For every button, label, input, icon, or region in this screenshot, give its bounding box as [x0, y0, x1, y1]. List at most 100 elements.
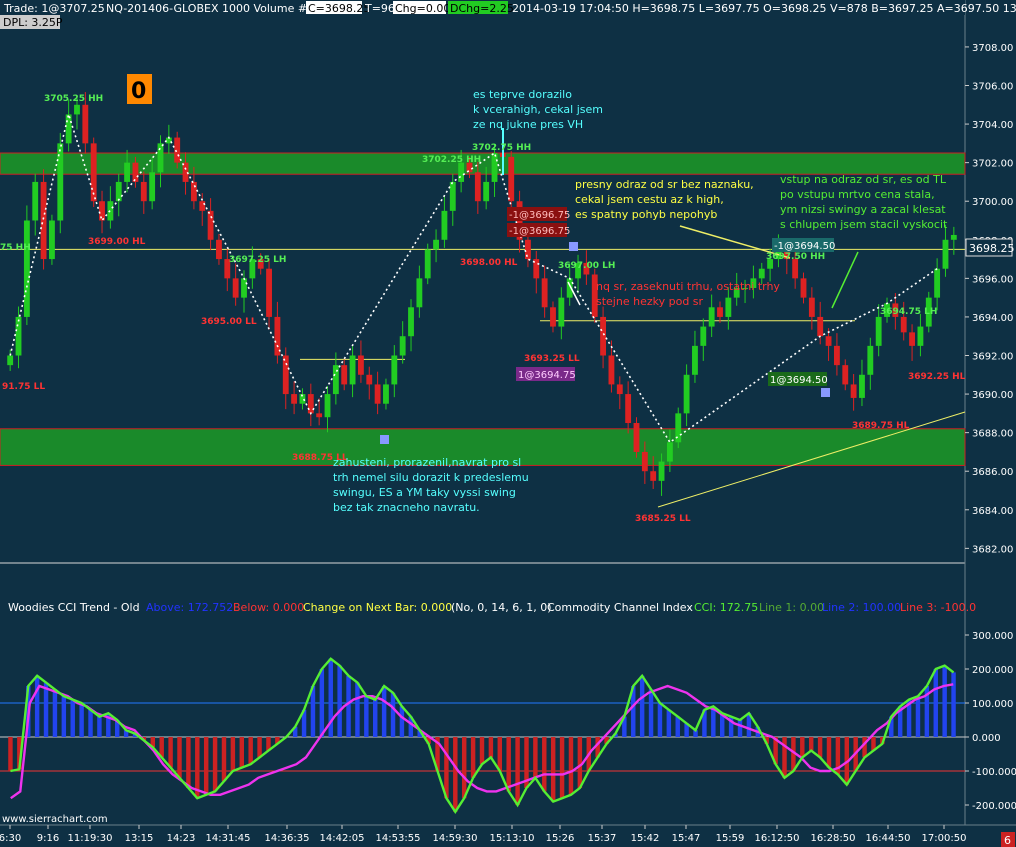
swing-label: 3702.25 HH — [422, 155, 481, 165]
candle-body — [49, 220, 55, 260]
candle-body — [316, 413, 323, 418]
cci-tick-label: -100.000 — [972, 767, 1016, 778]
candle-body — [850, 384, 857, 398]
candle-body — [107, 201, 114, 221]
candle-body — [950, 234, 957, 240]
swing-label: 3705.25 HH — [44, 94, 103, 104]
order-tag: -1@3696.75 — [509, 210, 570, 221]
candle-body — [82, 104, 89, 144]
candle-body — [641, 451, 648, 472]
cci-legend-title: Woodies CCI Trend - Old — [8, 601, 140, 614]
candle-body — [717, 307, 723, 317]
symbol-label: NQ-201406-GLOBEX 1000 Volume #3 — [106, 2, 314, 15]
candle-body — [441, 210, 448, 240]
note-line: po vstupu mrtvo cena stala, — [780, 188, 935, 201]
trade-label: Trade: 1@3707.25 — [3, 2, 105, 15]
candle-body — [525, 239, 531, 260]
time-tick-label: 13:15 — [125, 833, 154, 844]
note-line: swingu, ES a YM taky vyssi swing — [333, 486, 516, 499]
time-tick-label: 14:53:55 — [376, 833, 421, 844]
candle-body — [900, 316, 907, 333]
time-tick-label: 14:59:30 — [433, 833, 478, 844]
note-line: trh nemel silu dorazit k predeslemu — [333, 471, 529, 484]
time-tick-label: 11:19:30 — [68, 833, 113, 844]
cci-legend-line3: Line 3: -100.0 — [900, 601, 976, 614]
price-tick-label: 3704.00 — [972, 120, 1013, 131]
time-tick-label: 15:47 — [672, 833, 701, 844]
candle-body — [115, 181, 122, 202]
corner-badge[interactable]: 6 — [1004, 834, 1011, 847]
cci-legend-line1: Line 1: 0.00 — [759, 601, 824, 614]
cci-legend: Woodies CCI Trend - Old Above: 172.752 B… — [8, 601, 976, 614]
sr-zone — [0, 152, 966, 175]
dchg-label: DChg=2.25 — [450, 2, 514, 15]
stats-label: 2014-03-19 17:04:50 H=3698.75 L=3697.75 … — [512, 2, 1016, 15]
candle-body — [558, 297, 565, 327]
time-tick-label: 15:42 — [631, 833, 660, 844]
time-tick-label: 15:37 — [588, 833, 617, 844]
candle-body — [758, 268, 765, 279]
price-tick-label: 3690.00 — [972, 390, 1013, 401]
price-tick-label: 3708.00 — [972, 43, 1013, 54]
swing-label: 3695.00 LL — [201, 317, 257, 327]
cci-legend-above: Above: 172.752 — [146, 601, 233, 614]
candle-body — [508, 156, 515, 202]
candle-body — [700, 326, 707, 346]
swing-label: 91.75 LL — [2, 382, 45, 392]
candle-body — [232, 278, 239, 298]
price-tick-label: 3692.00 — [972, 352, 1013, 363]
candle-body — [875, 316, 882, 346]
candle-body — [424, 249, 431, 279]
marker-square — [821, 388, 830, 397]
candle-body — [65, 114, 72, 144]
note-line: zahusteni, prorazenil,navrat pro sl — [333, 456, 521, 469]
cci-tick-label: 0.000 — [972, 733, 1001, 744]
candle-body — [32, 181, 39, 221]
candle-body — [616, 384, 623, 395]
candle-body — [23, 220, 30, 317]
marker-square — [380, 435, 389, 444]
candle-body — [383, 384, 389, 404]
candle-body — [483, 181, 490, 202]
note-line: stejne hezky pod sr — [596, 295, 704, 308]
candle-body — [391, 355, 398, 385]
note-line: es teprve dorazilo — [473, 88, 572, 101]
price-tick-label: 3688.00 — [972, 429, 1013, 440]
cci-legend-below: Below: 0.000 — [233, 601, 304, 614]
candle-body — [324, 394, 331, 418]
price-tick-label: 3682.00 — [972, 544, 1013, 555]
candle-body — [491, 153, 498, 182]
cci-tick-label: -200.000 — [972, 801, 1016, 812]
time-tick-label: 14:42:05 — [320, 833, 365, 844]
note-line: vstup na odraz od sr, es od TL — [780, 173, 947, 186]
order-tag: 1@3694.75 — [518, 370, 576, 381]
price-tick-label: 3686.00 — [972, 467, 1013, 478]
marker-square — [569, 242, 578, 251]
candle-body — [15, 316, 22, 356]
candle-body — [541, 278, 548, 308]
price-tick-label: 3694.00 — [972, 313, 1013, 324]
candle-body — [291, 394, 298, 404]
swing-label: 3698.00 HL — [460, 258, 518, 268]
swing-label: 3685.25 LL — [635, 514, 691, 524]
counter-badge-text: 0 — [131, 79, 146, 104]
candle-body — [725, 297, 732, 317]
watermark: www.sierrachart.com — [2, 814, 108, 825]
chart-canvas[interactable]: 3708.00 3706.00 3704.00 3702.00 3700.00 3698.… — [0, 0, 1016, 847]
price-tick-label: 3696.00 — [972, 274, 1013, 285]
candle-body — [332, 365, 339, 395]
time-tick-label: 14:23 — [167, 833, 196, 844]
note-line: ym nizsi swingy a zacal klesat — [780, 203, 946, 216]
candle-body — [140, 181, 147, 202]
candle-body — [842, 365, 849, 385]
time-tick-label: 9:16 — [37, 833, 59, 844]
candle-body — [366, 374, 373, 385]
chg-label: Chg=0.00 — [395, 2, 450, 15]
time-tick-label: 6:30 — [0, 833, 21, 844]
candle-body — [692, 345, 698, 375]
candle-body — [433, 239, 439, 250]
swing-label: 3702.75 HH — [472, 143, 531, 153]
candle-body — [658, 461, 665, 481]
candle-body — [800, 278, 807, 298]
note-line: nq sr, zaseknuti trhu, ostatni trhy — [596, 280, 780, 293]
